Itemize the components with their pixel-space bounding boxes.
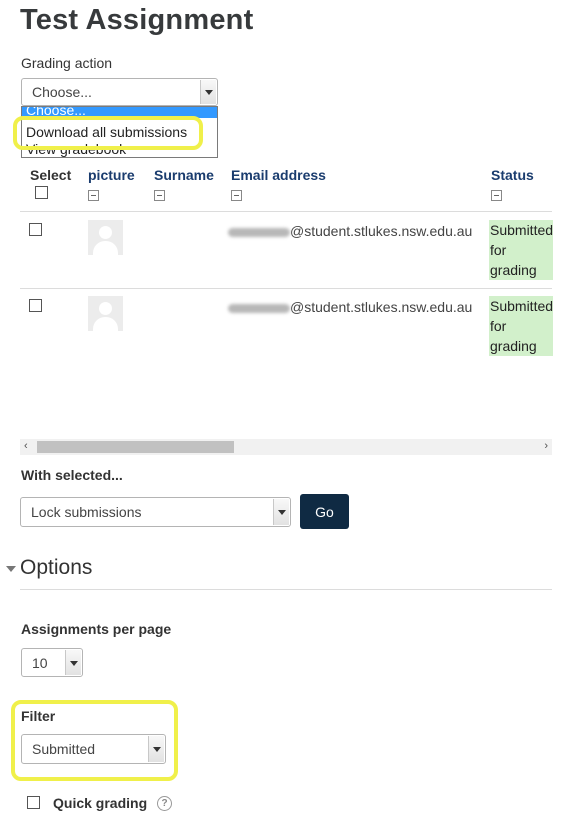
collapse-column-icon[interactable] [491,190,502,201]
assignments-per-page-label: Assignments per page [21,621,172,637]
quick-grading-label[interactable]: Quick grading [53,795,147,811]
grading-action-label: Grading action [21,55,113,71]
status-badge: Submitted for grading [489,220,554,280]
help-icon[interactable]: ? [157,796,172,811]
scrollbar-thumb[interactable] [37,441,234,453]
chevron-down-icon[interactable] [273,499,289,525]
chevron-down-icon[interactable] [65,650,81,675]
horizontal-scrollbar[interactable]: ‹ › [20,439,552,455]
redacted-username [228,303,290,313]
avatar[interactable] [88,296,123,331]
select-all-checkbox[interactable] [35,186,48,199]
scroll-left-icon[interactable]: ‹ [24,440,28,452]
row-email: @student.stlukes.nsw.edu.au [228,299,472,315]
status-badge: Submitted for grading [489,296,554,356]
column-header-status[interactable]: Status [491,167,534,183]
table-header-divider [20,211,552,212]
options-heading[interactable]: Options [20,556,92,580]
collapse-column-icon[interactable] [231,190,242,201]
go-button[interactable]: Go [300,494,349,529]
filter-value: Submitted [32,741,96,757]
scroll-right-icon[interactable]: › [544,440,548,452]
redacted-username [228,227,290,237]
with-selected-label: With selected... [21,467,123,483]
collapse-column-icon[interactable] [154,190,165,201]
dropdown-option-view-gradebook[interactable]: View gradebook [26,141,126,157]
filter-select[interactable]: Submitted [21,734,166,764]
column-header-surname[interactable]: Surname [154,167,214,183]
dropdown-option-download-all[interactable]: Download all submissions [26,124,187,140]
column-header-select: Select [30,167,72,183]
grading-action-value: Choose... [32,84,92,100]
assignments-per-page-value: 10 [32,654,48,671]
dropdown-option-choose[interactable]: Choose... [22,107,217,118]
avatar[interactable] [88,220,123,255]
filter-label: Filter [21,708,56,724]
row-email: @student.stlukes.nsw.edu.au [228,223,472,239]
with-selected-select[interactable]: Lock submissions [20,497,291,527]
row-select-checkbox[interactable] [29,299,42,312]
collapse-triangle-icon[interactable] [6,566,16,572]
with-selected-value: Lock submissions [31,504,142,520]
column-header-email[interactable]: Email address [231,167,326,183]
quick-grading-checkbox[interactable] [27,796,40,809]
page-title: Test Assignment [20,4,254,36]
collapse-column-icon[interactable] [88,190,99,201]
assignments-per-page-select[interactable]: 10 [21,648,83,677]
chevron-down-icon[interactable] [200,80,216,104]
row-divider [20,288,552,289]
row-select-checkbox[interactable] [29,223,42,236]
grading-action-dropdown-list: Choose... Download all submissions View … [21,106,218,158]
grading-action-select[interactable]: Choose... [21,78,218,106]
chevron-down-icon[interactable] [148,736,164,762]
options-divider [20,589,552,590]
column-header-picture[interactable]: picture [88,167,135,183]
